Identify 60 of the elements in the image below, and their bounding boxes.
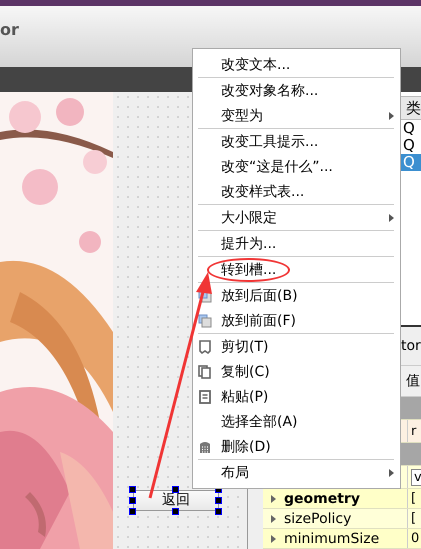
menu-label: 放到后面(B) [221,286,298,304]
menu-item[interactable]: 剪切(T) [198,334,394,359]
menu-item[interactable]: 改变“这是什么”... [198,154,394,179]
submenu-arrow-icon [389,214,394,222]
menu-label: 改变样式表... [221,182,304,200]
menu-label: 改变对象名称... [221,82,318,100]
expand-arrow-icon[interactable] [271,534,276,542]
column-header: 值 [406,373,420,389]
menu-label: 布局 [221,464,249,482]
form-button[interactable]: 返回 [133,490,219,511]
submenu-arrow-icon [389,468,394,476]
menu-item[interactable]: 布局 [198,460,394,485]
menu-label: 变型为 [221,106,263,124]
property-name: sizePolicy [284,510,352,526]
menu-label: 粘贴(P) [221,388,268,406]
menu-label: 改变工具提示... [221,132,318,150]
clipboard-icon [198,390,212,404]
copy-icon [198,364,212,378]
menu-item[interactable]: 大小限定 [198,205,394,230]
menu-item[interactable]: 改变文本... [198,52,394,77]
selection-handle[interactable] [172,486,179,493]
layers-icon [198,314,212,328]
submenu-arrow-icon [389,112,394,120]
property-name: minimumSize [284,530,380,546]
menu-label: 改变“这是什么”... [221,158,333,176]
menu-label: 复制(C) [221,362,270,380]
menu-label: 提升为... [221,234,276,252]
menu-item[interactable]: 删除(D) [198,434,394,459]
property-row[interactable]: minimumSize 0 [263,529,421,549]
menu-label: 选择全部(A) [221,412,298,430]
menu-item[interactable]: 复制(C) [198,359,394,384]
window-title: or [0,20,19,39]
menu-item[interactable]: 改变工具提示... [198,129,394,154]
object-row[interactable]: Q [399,137,421,154]
menu-label: 改变文本... [221,56,290,74]
property-value: [ [411,491,416,506]
menu-item[interactable]: 改变样式表... [198,179,394,204]
menu-item[interactable]: 变型为 [198,103,394,128]
property-value: 0 [411,531,420,546]
menu-item[interactable]: 放到前面(F) [198,308,394,333]
menu-item[interactable]: 选择全部(A) [198,409,394,434]
menu-item[interactable]: 粘贴(P) [198,384,394,409]
page-icon [198,340,212,354]
column-header: 类 [399,96,421,120]
property-row[interactable]: sizePolicy [ [263,509,421,529]
menu-item[interactable]: 改变对象名称... [198,78,394,103]
property-name: geometry [284,490,360,506]
property-value: r [411,424,416,438]
menu-label: 剪切(T) [221,338,268,356]
expand-arrow-icon[interactable] [271,514,276,522]
menu-label: 大小限定 [221,208,277,226]
property-row[interactable]: geometry [ [263,489,421,509]
property-value: [ [411,511,416,526]
menu-label: 放到前面(F) [221,312,296,330]
selection-handle[interactable] [172,508,179,515]
value-dropdown[interactable]: v [411,468,421,486]
object-row[interactable]: Q [399,120,421,137]
menu-label: 删除(D) [221,438,271,456]
expand-arrow-icon[interactable] [271,494,276,502]
menu-item[interactable]: 提升为... [198,231,394,256]
